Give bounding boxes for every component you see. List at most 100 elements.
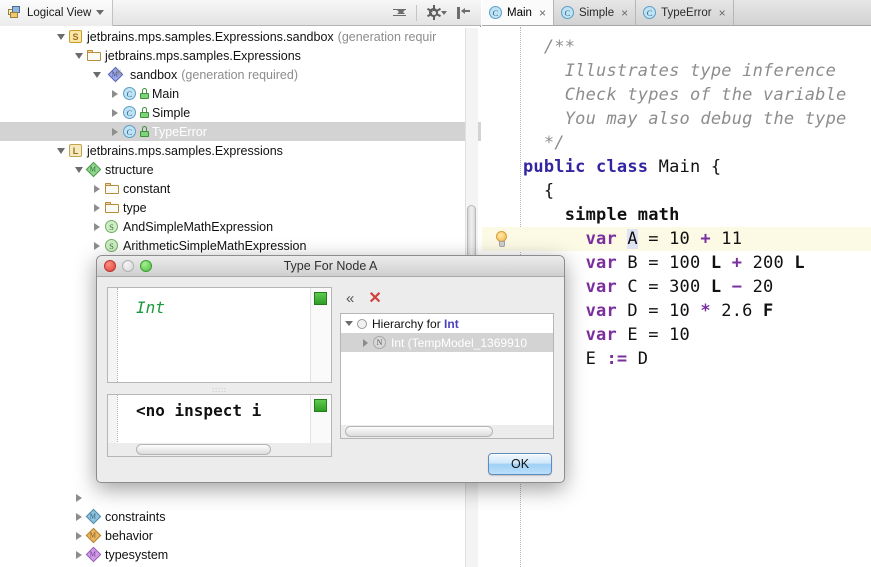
tree-row-label: jetbrains.mps.samples.Expressions bbox=[102, 49, 301, 63]
tree-row[interactable]: jetbrains.mps.samples.Expressions bbox=[0, 46, 481, 65]
twisty-collapsed-icon[interactable] bbox=[90, 198, 103, 217]
twisty-collapsed-icon[interactable] bbox=[357, 339, 373, 347]
tree-row[interactable]: Mbehavior bbox=[0, 526, 481, 545]
code-line[interactable]: Check types of the variable bbox=[482, 83, 871, 107]
hierarchy-tree[interactable]: Hierarchy for Int N Int (TempModel_13699… bbox=[340, 313, 554, 439]
chevron-down-icon bbox=[96, 10, 104, 15]
code-token: var bbox=[586, 325, 628, 345]
tree-row[interactable]: SAndSimpleMathExpression bbox=[0, 217, 481, 236]
close-hierarchy-icon[interactable]: ✕ bbox=[368, 288, 381, 308]
tree-row[interactable]: C TypeError bbox=[0, 122, 481, 141]
tree-row[interactable]: Mconstraints bbox=[0, 507, 481, 526]
tree-row[interactable]: Sjetbrains.mps.samples.Expressions.sandb… bbox=[0, 27, 481, 46]
type-editor-box[interactable]: Int bbox=[107, 287, 332, 383]
inspector-hscrollbar-thumb[interactable] bbox=[136, 444, 271, 455]
code-line[interactable]: simple math bbox=[482, 203, 871, 227]
splitter-handle[interactable]: ::::: bbox=[212, 387, 227, 394]
close-icon[interactable]: × bbox=[539, 6, 546, 20]
tree-row-label: type bbox=[120, 201, 147, 215]
twisty-collapsed-icon[interactable] bbox=[90, 236, 103, 255]
editor-tab[interactable]: CTypeError× bbox=[636, 0, 734, 25]
view-selector-dropdown[interactable]: Logical View bbox=[0, 0, 113, 26]
twisty-collapsed-icon[interactable] bbox=[108, 84, 121, 103]
editor-gutter-divider bbox=[117, 288, 118, 382]
code-line[interactable]: /** bbox=[482, 35, 871, 59]
code-line[interactable]: public class Main { bbox=[482, 155, 871, 179]
code-line[interactable]: You may also debug the type bbox=[482, 107, 871, 131]
code-token: Illustrates type inference bbox=[565, 61, 836, 81]
hide-panel-button[interactable] bbox=[453, 2, 475, 24]
twisty-collapsed-icon[interactable] bbox=[108, 122, 121, 141]
twisty-collapsed-icon[interactable] bbox=[72, 488, 85, 507]
code-line[interactable]: { bbox=[482, 179, 871, 203]
tree-row[interactable]: Ljetbrains.mps.samples.Expressions bbox=[0, 141, 481, 160]
twisty-collapsed-icon[interactable] bbox=[72, 507, 85, 526]
tree-row[interactable] bbox=[0, 488, 481, 507]
code-line[interactable]: Illustrates type inference bbox=[482, 59, 871, 83]
editor-tab[interactable]: CSimple× bbox=[554, 0, 636, 25]
code-token: A bbox=[627, 229, 637, 249]
tree-row[interactable]: CMain bbox=[0, 84, 481, 103]
tree-row[interactable]: CSimple bbox=[0, 103, 481, 122]
tree-row-label: TypeError bbox=[149, 125, 207, 139]
editor-tab[interactable]: CMain× bbox=[482, 0, 554, 25]
inspector-editor-box[interactable]: <no inspect i bbox=[107, 394, 332, 457]
editor-tab-label: Main bbox=[507, 7, 532, 19]
twisty-collapsed-icon[interactable] bbox=[72, 545, 85, 564]
window-controls bbox=[104, 260, 152, 272]
code-line[interactable]: */ bbox=[482, 131, 871, 155]
zoom-window-button[interactable] bbox=[140, 260, 152, 272]
twisty-collapsed-icon[interactable] bbox=[72, 526, 85, 545]
twisty-collapsed-icon[interactable] bbox=[90, 179, 103, 198]
lock-icon bbox=[140, 107, 149, 118]
constraints-model-icon: M bbox=[85, 507, 102, 526]
close-window-button[interactable] bbox=[104, 260, 116, 272]
ok-button[interactable]: OK bbox=[488, 453, 552, 475]
class-icon: C bbox=[121, 103, 138, 122]
tree-row[interactable]: SArithmeticSimpleMathExpression bbox=[0, 236, 481, 255]
tree-row-label: typesystem bbox=[102, 548, 168, 562]
minimize-window-button[interactable] bbox=[122, 260, 134, 272]
hierarchy-root-row[interactable]: Hierarchy for Int bbox=[341, 314, 553, 333]
code-token: var bbox=[586, 229, 628, 249]
twisty-expanded-icon[interactable] bbox=[341, 321, 357, 326]
twisty-expanded-icon[interactable] bbox=[54, 27, 67, 46]
lock-icon bbox=[140, 88, 149, 99]
settings-button[interactable] bbox=[423, 2, 451, 24]
hierarchy-child-label: Int (TempModel_1369910 bbox=[386, 336, 527, 350]
code-token: public class bbox=[523, 157, 659, 177]
editor-gutter-strip bbox=[108, 288, 117, 382]
code-token: 20 bbox=[742, 277, 773, 297]
tree-row[interactable]: type bbox=[0, 198, 481, 217]
code-indent bbox=[523, 133, 544, 153]
tree-row-label: Main bbox=[149, 87, 179, 101]
gear-icon bbox=[427, 6, 440, 19]
hierarchy-hscrollbar-thumb[interactable] bbox=[345, 426, 493, 437]
dialog-titlebar[interactable]: Type For Node A bbox=[97, 256, 564, 277]
twisty-expanded-icon[interactable] bbox=[54, 141, 67, 160]
code-token: 200 bbox=[742, 253, 794, 273]
twisty-expanded-icon[interactable] bbox=[72, 46, 85, 65]
class-icon: C bbox=[121, 122, 138, 141]
twisty-collapsed-icon[interactable] bbox=[108, 103, 121, 122]
language-icon: L bbox=[67, 141, 84, 160]
tree-row[interactable]: Mtypesystem bbox=[0, 545, 481, 564]
tree-row[interactable]: M✳sandbox(generation required) bbox=[0, 65, 481, 84]
behavior-model-icon: M bbox=[85, 526, 102, 545]
close-icon[interactable]: × bbox=[719, 6, 726, 20]
collapse-all-button[interactable] bbox=[388, 2, 410, 24]
intention-bulb-icon[interactable] bbox=[495, 231, 509, 248]
twisty-collapsed-icon[interactable] bbox=[90, 217, 103, 236]
code-token: 2.6 bbox=[711, 301, 763, 321]
code-line[interactable]: var A = 10 + 11 bbox=[482, 227, 871, 251]
code-token bbox=[721, 277, 731, 297]
tree-row[interactable]: constant bbox=[0, 179, 481, 198]
twisty-expanded-icon[interactable] bbox=[72, 160, 85, 179]
close-icon[interactable]: × bbox=[621, 6, 628, 20]
editor-tab-label: Simple bbox=[579, 7, 614, 19]
twisty-expanded-icon[interactable] bbox=[90, 65, 103, 84]
collapse-hierarchy-icon[interactable]: « bbox=[346, 290, 354, 307]
hierarchy-child-row[interactable]: N Int (TempModel_1369910 bbox=[341, 333, 553, 352]
concept-icon: S bbox=[103, 217, 120, 236]
tree-row[interactable]: Mstructure bbox=[0, 160, 481, 179]
